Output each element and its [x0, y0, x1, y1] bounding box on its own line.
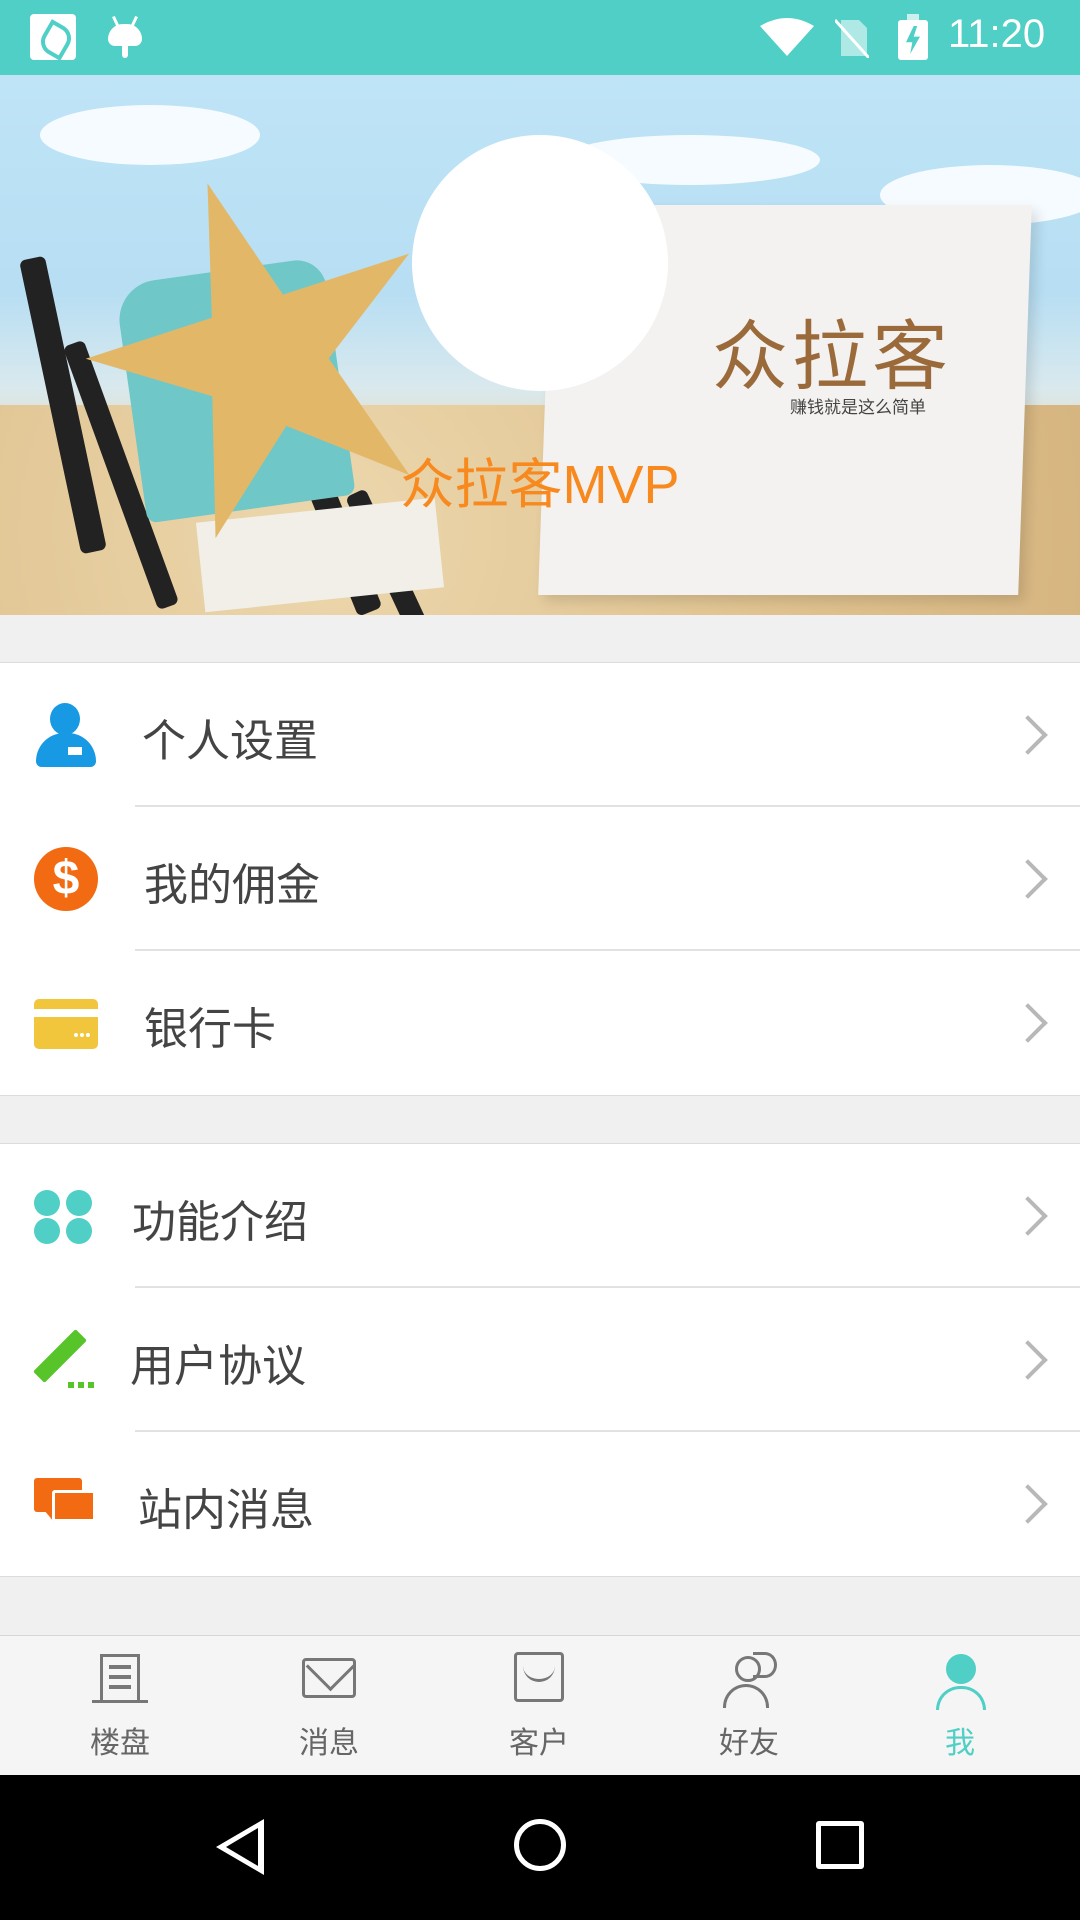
card-title: 众拉客 [712, 312, 952, 401]
dollar-coin-icon: $ [34, 847, 98, 911]
card-subtitle: 赚钱就是这么简单 [790, 398, 926, 418]
tab-label: 楼盘 [90, 1726, 150, 1761]
menu-item-label: 用户协议 [130, 1341, 306, 1392]
store-icon [514, 1652, 564, 1702]
no-sim-icon [835, 18, 869, 58]
app-name: 众拉客MVP [400, 455, 680, 515]
tab-label: 我 [945, 1726, 975, 1761]
profile-header-banner: 众拉客 赚钱就是这么简单 众拉客MVP [0, 75, 1080, 615]
mail-icon [302, 1658, 356, 1698]
tab-friends[interactable]: 好友 [641, 1636, 857, 1776]
system-navigation-bar [0, 1775, 1080, 1920]
home-icon[interactable] [514, 1819, 566, 1871]
status-bar: 11:20 [0, 0, 1080, 75]
person-icon [930, 1650, 990, 1710]
menu-group-account: 个人设置 $ 我的佣金 银行卡 [0, 662, 1080, 1096]
menu-item-label: 个人设置 [142, 716, 318, 767]
menu-group-info: 功能介绍 用户协议 站内消息 [0, 1143, 1080, 1577]
building-base [92, 1700, 148, 1703]
chevron-right-icon [1012, 1340, 1044, 1380]
tab-me[interactable]: 我 [852, 1636, 1068, 1776]
menu-item-label: 站内消息 [138, 1485, 314, 1536]
status-time: 11:20 [948, 12, 1046, 56]
bank-card-icon [34, 991, 98, 1055]
menu-item-bank-card[interactable]: 银行卡 [0, 951, 1080, 1095]
person-icon [34, 703, 98, 767]
tab-messages[interactable]: 消息 [221, 1636, 437, 1776]
menu-item-personal-settings[interactable]: 个人设置 [0, 663, 1080, 807]
cloud [40, 105, 260, 165]
menu-item-site-messages[interactable]: 站内消息 [0, 1432, 1080, 1576]
android-debug-icon [108, 14, 154, 60]
avatar[interactable] [412, 135, 668, 391]
building-icon [100, 1654, 140, 1702]
bottom-tab-bar: 楼盘 消息 客户 好友 我 [0, 1635, 1080, 1775]
chat-bubbles-icon [34, 1472, 98, 1536]
recent-apps-icon[interactable] [816, 1821, 864, 1869]
chevron-right-icon [1012, 1196, 1044, 1236]
back-icon[interactable] [212, 1819, 268, 1875]
menu-item-user-agreement[interactable]: 用户协议 [0, 1288, 1080, 1432]
chevron-right-icon [1012, 1003, 1044, 1043]
pencil-icon [33, 1328, 98, 1392]
menu-item-label: 我的佣金 [144, 860, 320, 911]
app-notification-icon [30, 14, 76, 60]
chevron-right-icon [1012, 1484, 1044, 1524]
friends-icon [719, 1650, 779, 1710]
tab-label: 消息 [299, 1726, 359, 1761]
tab-label: 好友 [719, 1726, 779, 1761]
tab-customers[interactable]: 客户 [431, 1636, 647, 1776]
wifi-icon [760, 18, 814, 56]
tab-label: 客户 [509, 1726, 569, 1761]
chevron-right-icon [1012, 859, 1044, 899]
menu-item-label: 银行卡 [144, 1004, 276, 1055]
menu-item-label: 功能介绍 [132, 1197, 308, 1248]
menu-item-feature-intro[interactable]: 功能介绍 [0, 1144, 1080, 1288]
chevron-right-icon [1012, 715, 1044, 755]
battery-charging-icon [898, 14, 928, 60]
tab-properties[interactable]: 楼盘 [12, 1636, 228, 1776]
menu-item-my-commission[interactable]: $ 我的佣金 [0, 807, 1080, 951]
grid-dots-icon [34, 1184, 98, 1248]
